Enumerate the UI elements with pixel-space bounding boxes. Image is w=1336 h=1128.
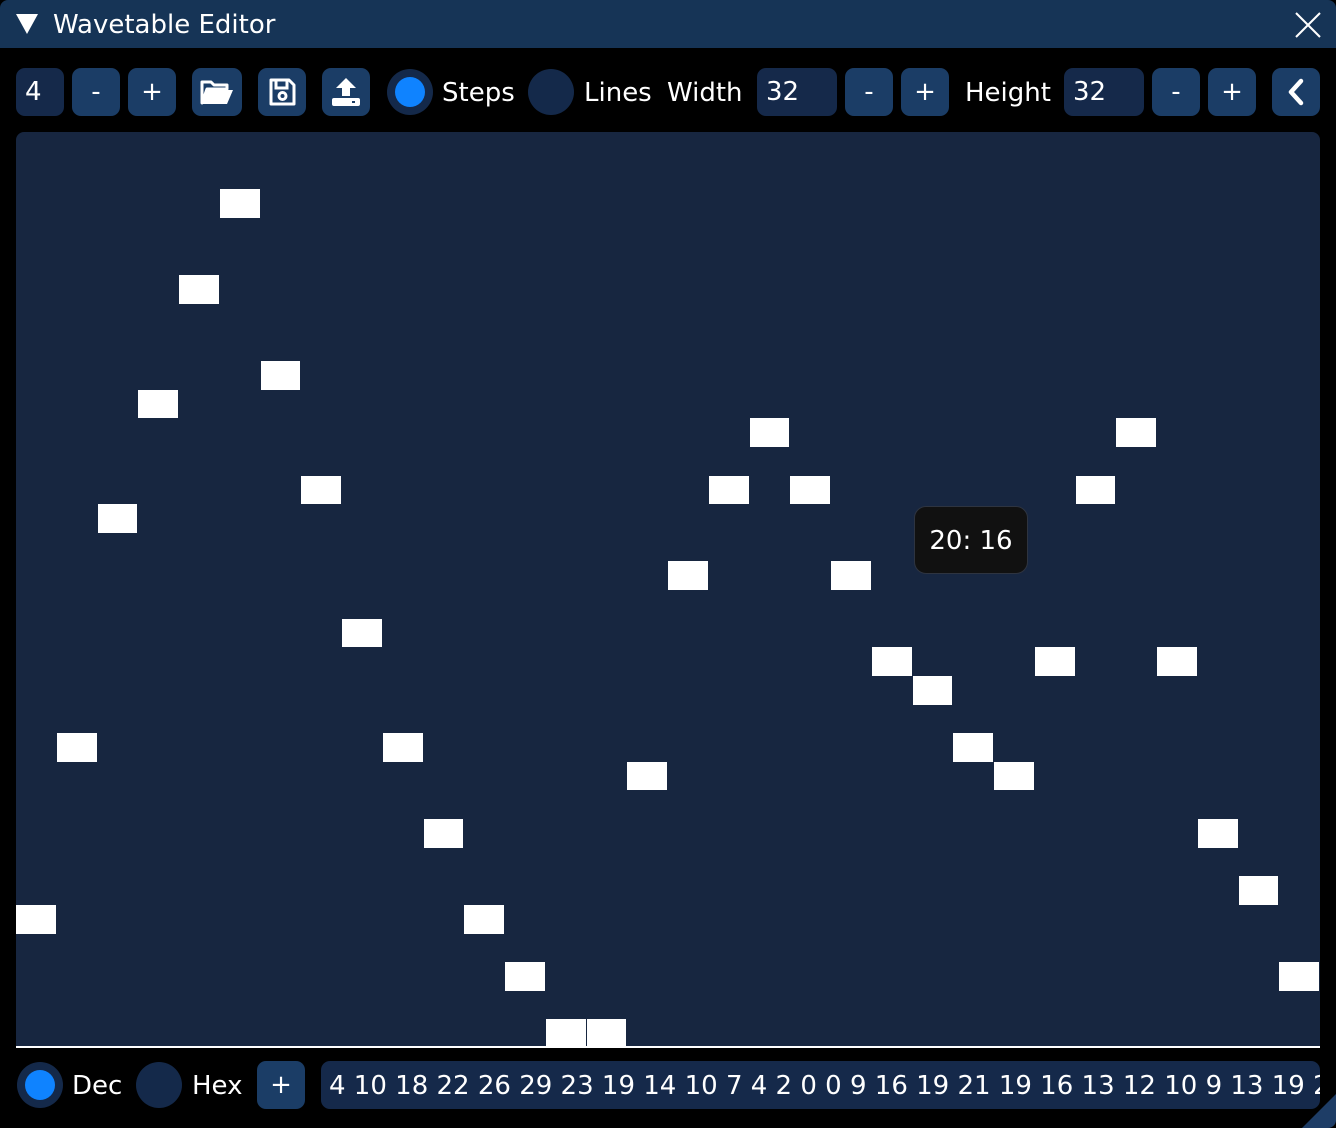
wave-step[interactable] (138, 389, 178, 419)
wave-step[interactable] (790, 475, 830, 505)
wave-step[interactable] (586, 1019, 627, 1048)
steps-label: Steps (442, 78, 515, 108)
wave-step[interactable] (423, 819, 464, 848)
collapse-triangle-icon[interactable] (16, 14, 38, 34)
wave-step[interactable] (219, 189, 260, 218)
radio-selected-dot (395, 77, 425, 107)
save-icon (269, 78, 296, 106)
hex-label: Hex (192, 1071, 243, 1101)
wave-step[interactable] (56, 733, 97, 762)
wave-step[interactable] (831, 561, 871, 590)
dec-radio[interactable] (17, 1062, 63, 1108)
wave-step[interactable] (1075, 475, 1116, 505)
wave-index-field[interactable]: 4 (16, 68, 64, 116)
wave-values-field[interactable]: 4 10 18 22 26 29 23 19 14 10 7 4 2 0 0 9… (321, 1061, 1320, 1109)
width-decrement-button[interactable]: - (845, 68, 893, 116)
value-tooltip: 20: 16 (914, 506, 1028, 574)
wave-step[interactable] (627, 761, 667, 791)
toolbar: 4 - + Steps Lines Width 32 - + Height 32… (0, 48, 1336, 132)
upload-icon (332, 78, 360, 106)
window-title: Wavetable Editor (53, 10, 276, 40)
wave-step[interactable] (464, 904, 504, 934)
canvas-baseline (16, 1046, 1320, 1048)
bottom-bar: Dec Hex + 4 10 18 22 26 29 23 19 14 10 7… (0, 1050, 1336, 1128)
collapse-panel-button[interactable] (1272, 68, 1320, 116)
wave-step[interactable] (953, 733, 993, 762)
wave-step[interactable] (668, 561, 708, 590)
wave-step[interactable] (749, 418, 790, 447)
hex-radio[interactable] (136, 1062, 182, 1108)
wave-step[interactable] (1157, 647, 1197, 676)
wave-step[interactable] (179, 275, 219, 304)
wave-step[interactable] (97, 504, 138, 533)
width-increment-button[interactable]: + (901, 68, 949, 116)
folder-open-icon (200, 80, 233, 105)
wave-step[interactable] (1279, 962, 1319, 991)
width-label: Width (667, 78, 743, 108)
wave-step[interactable] (1197, 819, 1238, 848)
wave-step[interactable] (545, 1019, 586, 1048)
close-icon[interactable] (1293, 10, 1323, 40)
steps-radio[interactable] (387, 69, 433, 115)
chevron-left-icon (1288, 78, 1304, 106)
open-button[interactable] (192, 68, 242, 116)
wave-step[interactable] (708, 475, 749, 505)
height-decrement-button[interactable]: - (1152, 68, 1200, 116)
wave-step[interactable] (301, 475, 341, 505)
height-increment-button[interactable]: + (1208, 68, 1256, 116)
height-field[interactable]: 32 (1064, 68, 1144, 116)
title-bar[interactable]: Wavetable Editor (0, 0, 1336, 48)
wave-step[interactable] (1116, 418, 1156, 447)
radio-selected-dot (25, 1070, 55, 1100)
dec-label: Dec (72, 1071, 123, 1101)
width-field[interactable]: 32 (757, 68, 837, 116)
wave-step[interactable] (16, 904, 56, 934)
resize-grip[interactable] (1302, 1094, 1336, 1128)
export-button[interactable] (322, 68, 370, 116)
lines-radio[interactable] (528, 69, 574, 115)
save-button[interactable] (258, 68, 306, 116)
wave-step[interactable] (1034, 647, 1075, 676)
wave-canvas[interactable] (16, 132, 1320, 1048)
wave-step[interactable] (505, 962, 545, 991)
add-button[interactable]: + (257, 1061, 305, 1109)
wavetable-editor-window: Wavetable Editor 4 - + Steps Lines Width… (0, 0, 1336, 1128)
wave-step[interactable] (382, 733, 423, 762)
wave-step[interactable] (871, 647, 912, 676)
wave-index-decrement-button[interactable]: - (72, 68, 120, 116)
wave-step[interactable] (342, 618, 382, 648)
wave-step[interactable] (1238, 876, 1279, 905)
lines-label: Lines (584, 78, 652, 108)
height-label: Height (965, 78, 1051, 108)
wave-index-increment-button[interactable]: + (128, 68, 176, 116)
wave-step[interactable] (994, 761, 1034, 791)
wave-step[interactable] (912, 675, 953, 705)
wave-step[interactable] (260, 361, 301, 390)
